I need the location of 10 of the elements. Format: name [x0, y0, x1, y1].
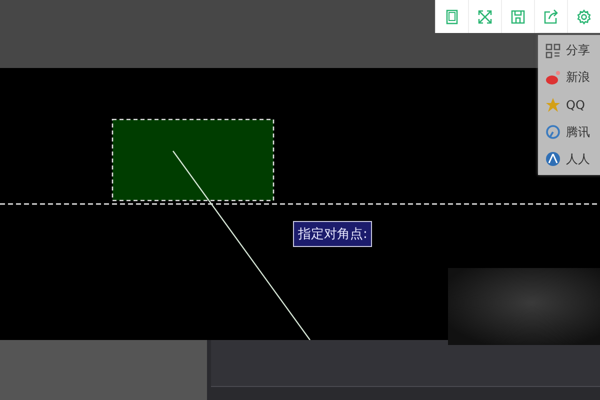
circle-logo-icon — [545, 124, 561, 140]
share-menu-item[interactable]: 腾讯 — [538, 119, 600, 146]
command-prompt-tooltip: 指定对角点: — [293, 221, 372, 247]
share-menu-item[interactable]: 分享 — [538, 38, 600, 64]
share-menu-item[interactable]: 人人 — [538, 146, 600, 172]
share-menu-item[interactable]: 新浪 — [538, 64, 600, 91]
qr-code-icon — [545, 42, 561, 59]
star-icon — [545, 96, 561, 113]
share-menu-item[interactable]: QQ — [538, 92, 600, 118]
people-logo-icon — [545, 151, 561, 168]
